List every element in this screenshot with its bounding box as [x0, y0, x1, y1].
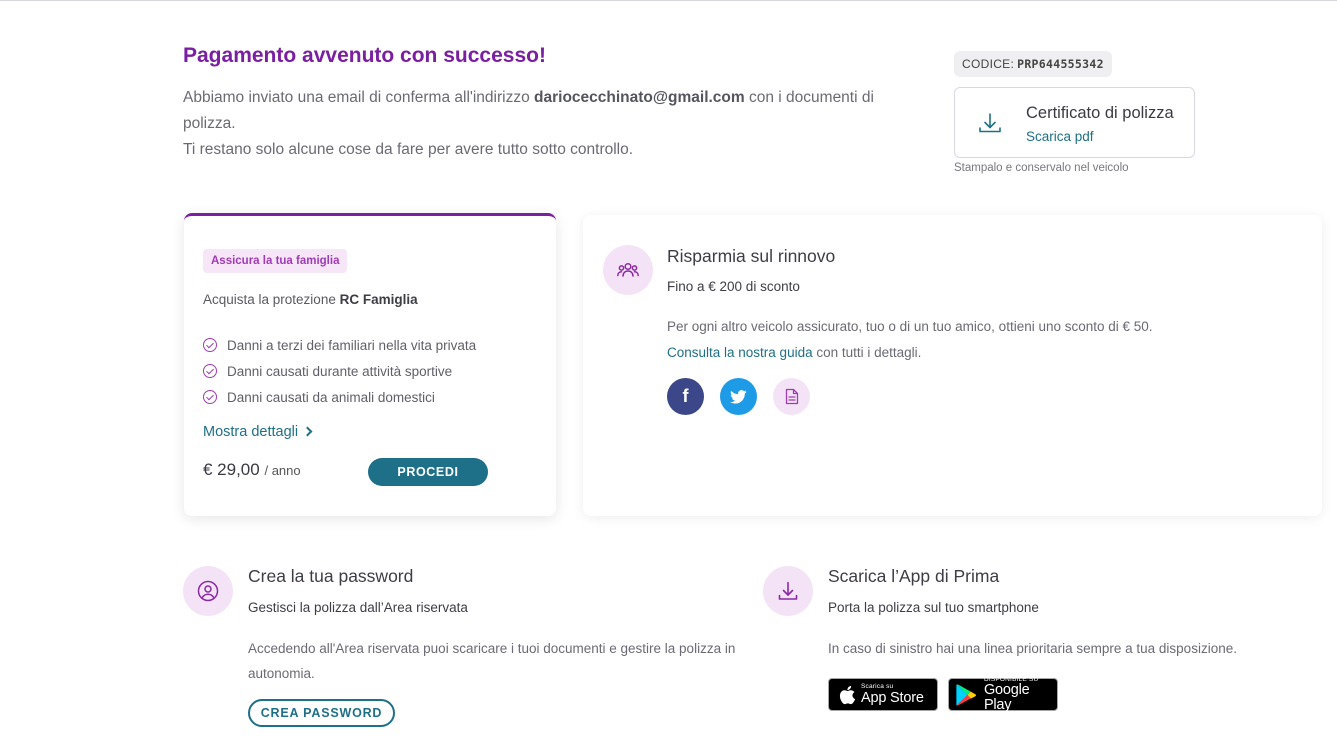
user-circle-icon [183, 566, 233, 616]
certificate-download-button[interactable]: Certificato di polizza Scarica pdf [954, 87, 1195, 158]
top-divider [0, 0, 1337, 1]
renewal-card: Risparmia sul rinnovo Fino a € 200 di sc… [583, 215, 1322, 516]
password-subtitle: Gestisci la polizza dall’Area riservata [248, 600, 468, 615]
password-title: Crea la tua password [248, 566, 414, 586]
download-icon [763, 566, 813, 616]
feature-list: Danni a terzi dei familiari nella vita p… [203, 332, 476, 410]
feature-label: Danni causati da animali domestici [227, 389, 435, 405]
renewal-description: Per ogni altro veicolo assicurato, tuo o… [667, 319, 1153, 334]
certificate-note: Stampalo e conservalo nel veicolo [954, 162, 1129, 174]
google-play-icon [956, 683, 977, 706]
family-tag: Assicura la tua famiglia [203, 249, 348, 273]
certificate-download-link[interactable]: Scarica pdf [1026, 129, 1094, 144]
intro-prefix: Abbiamo inviato una email di conferma al… [183, 89, 535, 106]
apple-icon [839, 685, 856, 704]
feature-label: Danni a terzi dei familiari nella vita p… [227, 337, 477, 353]
list-item: Danni a terzi dei familiari nella vita p… [203, 332, 476, 358]
create-password-button[interactable]: CREA PASSWORD [248, 699, 395, 727]
code-value: PRP644555342 [1017, 57, 1104, 71]
app-subtitle: Porta la polizza sul tuo smartphone [828, 600, 1039, 615]
renewal-text: Per ogni altro veicolo assicurato, tuo o… [667, 314, 1307, 366]
show-details-label: Mostra dettagli [203, 424, 299, 440]
policy-code-badge: CODICE: PRP644555342 [954, 51, 1112, 77]
document-share-button[interactable] [773, 378, 810, 415]
feature-label: Danni causati durante attività sportive [227, 363, 453, 379]
document-icon [785, 388, 798, 405]
confirmation-email: dariocecchinato@gmail.com [534, 89, 745, 106]
code-label: CODICE: [962, 57, 1015, 71]
renewal-subtitle: Fino a € 200 di sconto [667, 279, 800, 294]
facebook-share-button[interactable]: f [667, 378, 704, 415]
product-name: RC Famiglia [339, 292, 418, 307]
check-circle-icon [203, 390, 217, 404]
lead-prefix: Acquista la protezione [203, 292, 340, 307]
twitter-icon [730, 389, 747, 404]
check-circle-icon [203, 338, 217, 352]
price-value: € 29,00 [203, 460, 260, 479]
family-insurance-card: Assicura la tua famiglia Acquista la pro… [184, 213, 556, 516]
page-title: Pagamento avvenuto con successo! [183, 44, 546, 67]
proceed-button[interactable]: PROCEDI [368, 458, 488, 486]
price: € 29,00 / anno [203, 460, 301, 480]
certificate-title: Certificato di polizza [1026, 104, 1174, 122]
price-unit: / anno [264, 463, 301, 478]
app-store-badge[interactable]: Scarica su App Store [828, 678, 938, 711]
googleplay-label: Google Play [983, 682, 1030, 713]
password-text: Accedendo all'Area riservata puoi scaric… [248, 641, 736, 681]
intro-line2: Ti restano solo alcune cose da fare per … [183, 141, 634, 158]
guide-suffix: con tutti i dettagli. [812, 345, 922, 360]
family-lead-text: Acquista la protezione RC Famiglia [203, 292, 418, 307]
twitter-share-button[interactable] [720, 378, 757, 415]
list-item: Danni causati durante attività sportive [203, 358, 476, 384]
people-icon [603, 245, 653, 295]
app-title: Scarica l’App di Prima [828, 566, 1000, 586]
facebook-icon: f [682, 386, 689, 406]
chevron-right-icon [302, 426, 313, 437]
renewal-title: Risparmia sul rinnovo [667, 246, 836, 266]
guide-link[interactable]: Consulta la nostra guida [667, 345, 813, 360]
google-play-badge[interactable]: DISPONIBILE SU Google Play [948, 676, 1058, 713]
download-icon [979, 113, 1001, 133]
intro-text: Abbiamo inviato una email di conferma al… [183, 85, 913, 163]
app-text: In caso di sinistro hai una linea priori… [828, 641, 1237, 656]
check-circle-icon [203, 364, 217, 378]
show-details-link[interactable]: Mostra dettagli [203, 424, 313, 440]
appstore-label: App Store [861, 689, 924, 706]
list-item: Danni causati da animali domestici [203, 384, 476, 410]
